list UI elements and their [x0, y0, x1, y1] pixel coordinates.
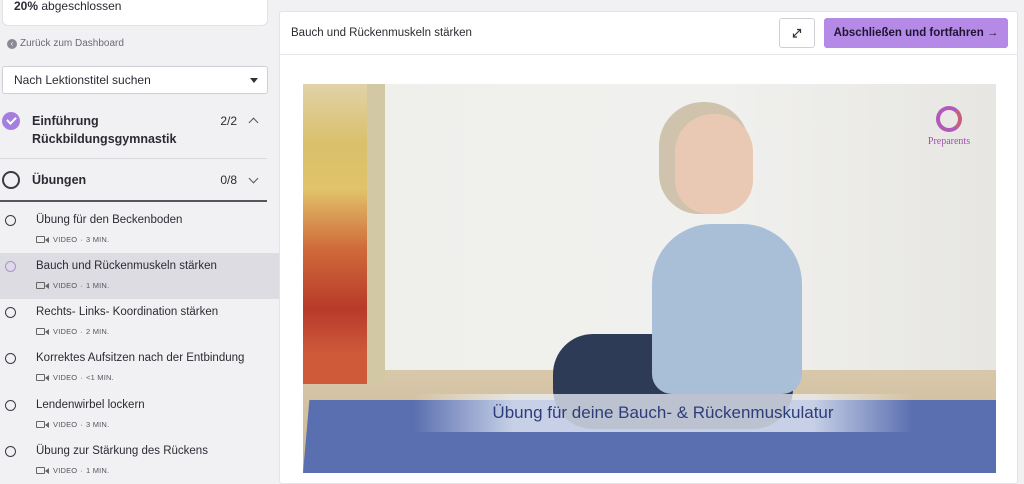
video-camera-icon: [36, 282, 49, 289]
page-title: Bauch und Rückenmuskeln stärken: [291, 27, 472, 39]
video-caption: Übung für deine Bauch- & Rückenmuskulatu…: [413, 394, 913, 432]
expand-icon: [792, 28, 802, 38]
chapter-count: 0/8: [220, 173, 237, 187]
video-camera-icon: [36, 467, 49, 474]
complete-and-continue-button[interactable]: Abschließen und fortfahren →: [824, 18, 1008, 48]
back-to-dashboard-link[interactable]: ‹ Zurück zum Dashboard: [7, 38, 124, 49]
progress-text: abgeschlossen: [41, 0, 122, 13]
chevron-up-icon[interactable]: [248, 117, 259, 128]
lesson-meta: VIDEO · 1 MIN.: [36, 466, 109, 475]
chapter-count: 2/2: [220, 114, 237, 128]
lesson-meta: VIDEO · 3 MIN.: [36, 420, 109, 429]
video-player[interactable]: Preparents Übung für deine Bauch- & Rück…: [303, 84, 996, 473]
check-circle-icon: [2, 112, 20, 130]
logo-text: Preparents: [927, 136, 971, 147]
sidebar: 20% abgeschlossen ‹ Zurück zum Dashboard…: [0, 0, 279, 484]
progress-card: 20% abgeschlossen: [2, 0, 268, 26]
back-link-label: Zurück zum Dashboard: [20, 38, 124, 49]
lesson-meta: VIDEO · <1 MIN.: [36, 373, 114, 382]
empty-circle-icon: [5, 307, 16, 318]
video-camera-icon: [36, 236, 49, 243]
lesson-title: Übung zur Stärkung des Rückens: [36, 445, 208, 457]
chapter-title: Einführung Rückbildungsgymnastik: [32, 114, 177, 146]
video-frame-person-head: [675, 114, 753, 214]
chapter-uebungen[interactable]: Übungen 0/8: [0, 168, 267, 198]
lesson-meta: VIDEO · 3 MIN.: [36, 235, 109, 244]
swirl-logo-icon: [936, 106, 962, 132]
video-camera-icon: [36, 374, 49, 381]
search-select-label: Nach Lektionstitel suchen: [14, 73, 151, 87]
arrow-left-icon: ‹: [7, 38, 17, 49]
lesson-title: Lendenwirbel lockern: [36, 399, 145, 411]
video-camera-icon: [36, 421, 49, 428]
divider: [0, 158, 267, 159]
empty-circle-icon: [5, 215, 16, 226]
chapter-title: Übungen: [32, 173, 87, 187]
progress-percent: 20%: [14, 0, 39, 13]
lesson-item[interactable]: Lendenwirbel lockern VIDEO · 3 MIN.: [0, 392, 279, 438]
lesson-title: Bauch und Rückenmuskeln stärken: [36, 260, 217, 272]
empty-circle-icon: [5, 261, 16, 272]
video-frame-person-body: [652, 224, 802, 394]
divider: [0, 200, 267, 202]
lesson-title: Übung für den Beckenboden: [36, 214, 183, 226]
lesson-item[interactable]: Übung für den Beckenboden VIDEO · 3 MIN.: [0, 207, 279, 253]
empty-circle-icon: [5, 353, 16, 364]
lesson-item[interactable]: Rechts- Links- Koordination stärken VIDE…: [0, 299, 279, 345]
caret-down-icon: [250, 78, 258, 83]
video-camera-icon: [36, 328, 49, 335]
empty-circle-icon: [5, 400, 16, 411]
lesson-meta: VIDEO · 1 MIN.: [36, 281, 109, 290]
fullscreen-button[interactable]: [779, 18, 815, 48]
lesson-title: Korrektes Aufsitzen nach der Entbindung: [36, 352, 245, 364]
lesson-item[interactable]: Übung zur Stärkung des Rückens VIDEO · 1 M…: [0, 438, 279, 484]
lesson-meta: VIDEO · 2 MIN.: [36, 327, 109, 336]
lesson-title: Rechts- Links- Koordination stärken: [36, 306, 219, 318]
lesson-panel: Bauch und Rückenmuskeln stärken Abschlie…: [279, 11, 1018, 484]
video-frame-painting: [303, 84, 385, 384]
lesson-item-active[interactable]: Bauch und Rückenmuskeln stärken VIDEO · 1 …: [0, 253, 279, 299]
chevron-down-icon[interactable]: [248, 173, 259, 184]
preparents-logo: Preparents: [919, 106, 979, 156]
lesson-topbar: Bauch und Rückenmuskeln stärken Abschlie…: [280, 12, 1017, 55]
lesson-search-select[interactable]: Nach Lektionstitel suchen: [2, 66, 268, 94]
lesson-item[interactable]: Korrektes Aufsitzen nach der Entbindung …: [0, 345, 279, 391]
empty-circle-icon: [5, 446, 16, 457]
empty-circle-icon: [2, 171, 20, 189]
chapter-einfuehrung[interactable]: Einführung Rückbildungsgymnastik 2/2: [0, 108, 267, 158]
